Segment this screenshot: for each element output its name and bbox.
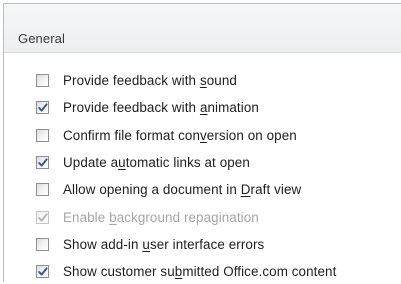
option-access-key: b <box>109 209 117 225</box>
option-feedback-animation[interactable]: Provide feedback with animation <box>4 98 401 120</box>
option-label: Provide feedback with sound <box>63 73 237 88</box>
option-label-text: ound <box>206 73 237 88</box>
option-label-text: Update a <box>63 154 119 170</box>
option-label: Provide feedback with animation <box>63 100 259 115</box>
option-access-key: D <box>240 182 251 198</box>
option-label-text: Enable <box>63 209 110 225</box>
option-label-text: tomatic links at open <box>125 154 250 170</box>
option-label-text: Provide feedback with <box>63 73 200 88</box>
option-feedback-sound[interactable]: Provide feedback with sound <box>4 71 401 93</box>
option-label: Allow opening a document in Draft view <box>63 182 301 197</box>
option-label-text: Allow opening a document in <box>63 182 241 198</box>
option-access-key: u <box>118 154 126 170</box>
option-label: Enable background repagination <box>63 210 259 225</box>
option-update-automatic-links[interactable]: Update automatic links at open <box>4 153 401 175</box>
checkbox-icon[interactable] <box>36 74 49 87</box>
checkbox-icon[interactable] <box>36 155 49 169</box>
option-label: Update automatic links at open <box>63 155 250 170</box>
checkbox-icon[interactable] <box>36 183 49 197</box>
checkbox-icon[interactable] <box>36 128 49 142</box>
checkbox-icon[interactable] <box>36 265 49 279</box>
check-mark-icon <box>38 103 48 112</box>
checkbox-icon <box>36 210 49 224</box>
option-access-key: a <box>199 100 208 116</box>
options-panel: General Provide feedback with sound Provi… <box>3 3 401 282</box>
option-label-text: Show customer su <box>63 264 175 280</box>
option-label-text: ackground repagination <box>116 209 259 225</box>
option-access-key: s <box>199 73 207 88</box>
checkbox-icon[interactable] <box>36 101 49 115</box>
option-label: Show add-in user interface errors <box>63 237 264 252</box>
section-header: General <box>4 4 401 53</box>
option-label-text: Show add-in <box>63 236 143 252</box>
check-mark-icon <box>38 212 48 222</box>
option-customer-office-content[interactable]: Show customer submitted Office.com conte… <box>4 262 401 284</box>
option-label: Show customer submitted Office.com conte… <box>63 264 336 279</box>
option-access-key: v <box>200 127 207 143</box>
option-label: Confirm file format conversion on open <box>63 128 297 143</box>
option-label-text: nimation <box>207 100 259 116</box>
option-background-repagination: Enable background repagination <box>4 208 401 230</box>
option-label-text: Confirm file format con <box>63 127 200 143</box>
option-label-text: Provide feedback with <box>63 100 200 116</box>
section-title: General <box>18 31 65 46</box>
option-label-text: raft view <box>250 182 302 198</box>
option-access-key: u <box>142 236 150 252</box>
option-label-text: ersion on open <box>206 127 297 143</box>
option-confirm-file-conversion[interactable]: Confirm file format conversion on open <box>4 126 401 148</box>
checkbox-icon[interactable] <box>36 237 49 251</box>
option-label-text: mitted Office.com content <box>182 264 337 280</box>
option-open-draft-view[interactable]: Allow opening a document in Draft view <box>4 180 401 202</box>
check-mark-icon <box>38 267 48 276</box>
option-label-text: ser interface errors <box>149 236 265 252</box>
option-addin-ui-errors[interactable]: Show add-in user interface errors <box>4 235 401 257</box>
check-mark-icon <box>38 158 48 167</box>
